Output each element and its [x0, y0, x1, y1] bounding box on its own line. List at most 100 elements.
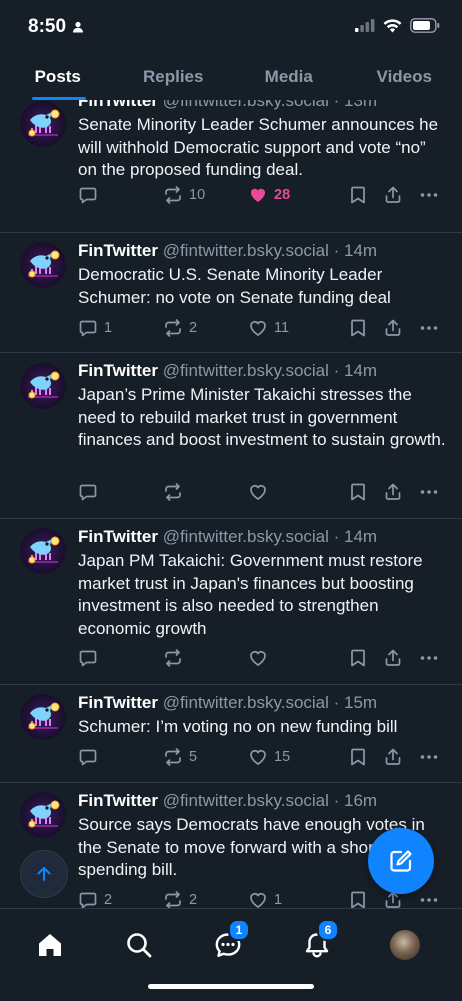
- fintwitter-avatar-image: [20, 792, 66, 838]
- reply-button[interactable]: 1: [78, 318, 112, 338]
- bookmark-button[interactable]: [349, 318, 367, 338]
- author-avatar[interactable]: [20, 101, 66, 147]
- like-button[interactable]: [248, 482, 274, 502]
- repost-button[interactable]: 5: [163, 747, 197, 767]
- share-icon: [383, 482, 403, 502]
- share-button[interactable]: [383, 648, 403, 668]
- repost-button[interactable]: [163, 482, 189, 502]
- author-handle[interactable]: @fintwitter.bsky.social: [163, 241, 329, 260]
- reply-button[interactable]: 2: [78, 890, 112, 908]
- fintwitter-avatar-image: [20, 694, 66, 740]
- post-item[interactable]: FinTwitter @fintwitter.bsky.social · 15m…: [0, 684, 462, 783]
- reply-icon: [78, 482, 98, 502]
- share-icon: [383, 318, 403, 338]
- scroll-to-top-button[interactable]: [20, 850, 68, 898]
- author-name[interactable]: FinTwitter: [78, 361, 158, 380]
- post-actions: 5 15: [78, 747, 446, 771]
- more-options-button[interactable]: [419, 747, 439, 767]
- bookmark-button[interactable]: [349, 185, 367, 205]
- reply-button[interactable]: [78, 648, 104, 668]
- more-options-button[interactable]: [419, 318, 439, 338]
- post-actions: [78, 648, 446, 672]
- author-name[interactable]: FinTwitter: [78, 527, 158, 546]
- author-name[interactable]: FinTwitter: [78, 241, 158, 260]
- heart-icon: [248, 648, 268, 668]
- nav-profile[interactable]: [385, 925, 425, 965]
- like-button[interactable]: 15: [248, 747, 290, 767]
- post-text: Japan PM Takaichi: Government must resto…: [78, 550, 446, 640]
- more-options-button[interactable]: [419, 185, 439, 205]
- author-avatar[interactable]: [20, 694, 66, 740]
- arrow-up-icon: [35, 865, 53, 883]
- nav-home[interactable]: [30, 925, 70, 965]
- share-button[interactable]: [383, 747, 403, 767]
- wifi-icon: [383, 19, 402, 33]
- reply-button[interactable]: [78, 185, 104, 205]
- author-avatar[interactable]: [20, 528, 66, 574]
- tab-replies[interactable]: Replies: [116, 56, 232, 102]
- post-actions: [78, 482, 446, 506]
- more-icon: [419, 747, 439, 767]
- author-handle[interactable]: @fintwitter.bsky.social: [163, 361, 329, 380]
- post-timestamp: · 15m: [334, 693, 377, 712]
- share-button[interactable]: [383, 318, 403, 338]
- repost-count: 5: [189, 749, 197, 765]
- more-options-button[interactable]: [419, 648, 439, 668]
- author-avatar[interactable]: [20, 363, 66, 409]
- bookmark-button[interactable]: [349, 747, 367, 767]
- bookmark-button[interactable]: [349, 648, 367, 668]
- post-timestamp: · 14m: [334, 241, 377, 260]
- reply-button[interactable]: [78, 747, 104, 767]
- more-options-button[interactable]: [419, 890, 439, 908]
- more-icon: [419, 482, 439, 502]
- post-text: Schumer: I’m voting no on new funding bi…: [78, 716, 446, 739]
- repost-icon: [163, 747, 183, 767]
- messages-badge: 1: [228, 919, 250, 941]
- post-item[interactable]: FinTwitter @fintwitter.bsky.social · 14m…: [0, 232, 462, 353]
- author-avatar[interactable]: [20, 792, 66, 838]
- author-handle[interactable]: @fintwitter.bsky.social: [163, 100, 329, 110]
- repost-button[interactable]: 2: [163, 890, 197, 908]
- post-item[interactable]: FinTwitter @fintwitter.bsky.social · 14m…: [0, 352, 462, 519]
- like-button[interactable]: [248, 648, 274, 668]
- share-button[interactable]: [383, 482, 403, 502]
- repost-button[interactable]: [163, 648, 189, 668]
- like-button[interactable]: 1: [248, 890, 282, 908]
- heart-icon: [248, 890, 268, 908]
- bookmark-button[interactable]: [349, 482, 367, 502]
- post-feed[interactable]: FinTwitter @fintwitter.bsky.social · 13m…: [0, 100, 462, 908]
- author-name[interactable]: FinTwitter: [78, 693, 158, 712]
- notifications-badge: 6: [317, 919, 339, 941]
- compose-button[interactable]: [368, 828, 434, 894]
- author-avatar[interactable]: [20, 242, 66, 288]
- bookmark-button[interactable]: [349, 890, 367, 908]
- bookmark-icon: [349, 648, 367, 668]
- author-name[interactable]: FinTwitter: [78, 100, 158, 110]
- nav-messages[interactable]: 1: [208, 925, 248, 965]
- post-timestamp: · 16m: [334, 791, 377, 810]
- share-button[interactable]: [383, 185, 403, 205]
- reply-count: 2: [104, 892, 112, 908]
- repost-count: 10: [189, 187, 205, 203]
- author-handle[interactable]: @fintwitter.bsky.social: [163, 527, 329, 546]
- repost-button[interactable]: 10: [163, 185, 205, 205]
- author-handle[interactable]: @fintwitter.bsky.social: [163, 693, 329, 712]
- author-handle[interactable]: @fintwitter.bsky.social: [163, 791, 329, 810]
- more-options-button[interactable]: [419, 482, 439, 502]
- reply-button[interactable]: [78, 482, 104, 502]
- reply-icon: [78, 747, 98, 767]
- share-icon: [383, 185, 403, 205]
- post-header: FinTwitter @fintwitter.bsky.social · 14m: [78, 360, 446, 382]
- tab-posts[interactable]: Posts: [0, 56, 116, 102]
- like-button[interactable]: 11: [248, 318, 289, 338]
- post-item[interactable]: FinTwitter @fintwitter.bsky.social · 14m…: [0, 518, 462, 685]
- tab-media[interactable]: Media: [231, 56, 347, 102]
- tab-videos[interactable]: Videos: [347, 56, 462, 102]
- nav-search[interactable]: [119, 925, 159, 965]
- post-item[interactable]: FinTwitter @fintwitter.bsky.social · 13m…: [0, 100, 462, 233]
- repost-button[interactable]: 2: [163, 318, 197, 338]
- author-name[interactable]: FinTwitter: [78, 791, 158, 810]
- nav-notifications[interactable]: 6: [297, 925, 337, 965]
- battery-icon: [410, 18, 440, 33]
- like-button[interactable]: 28: [248, 185, 290, 205]
